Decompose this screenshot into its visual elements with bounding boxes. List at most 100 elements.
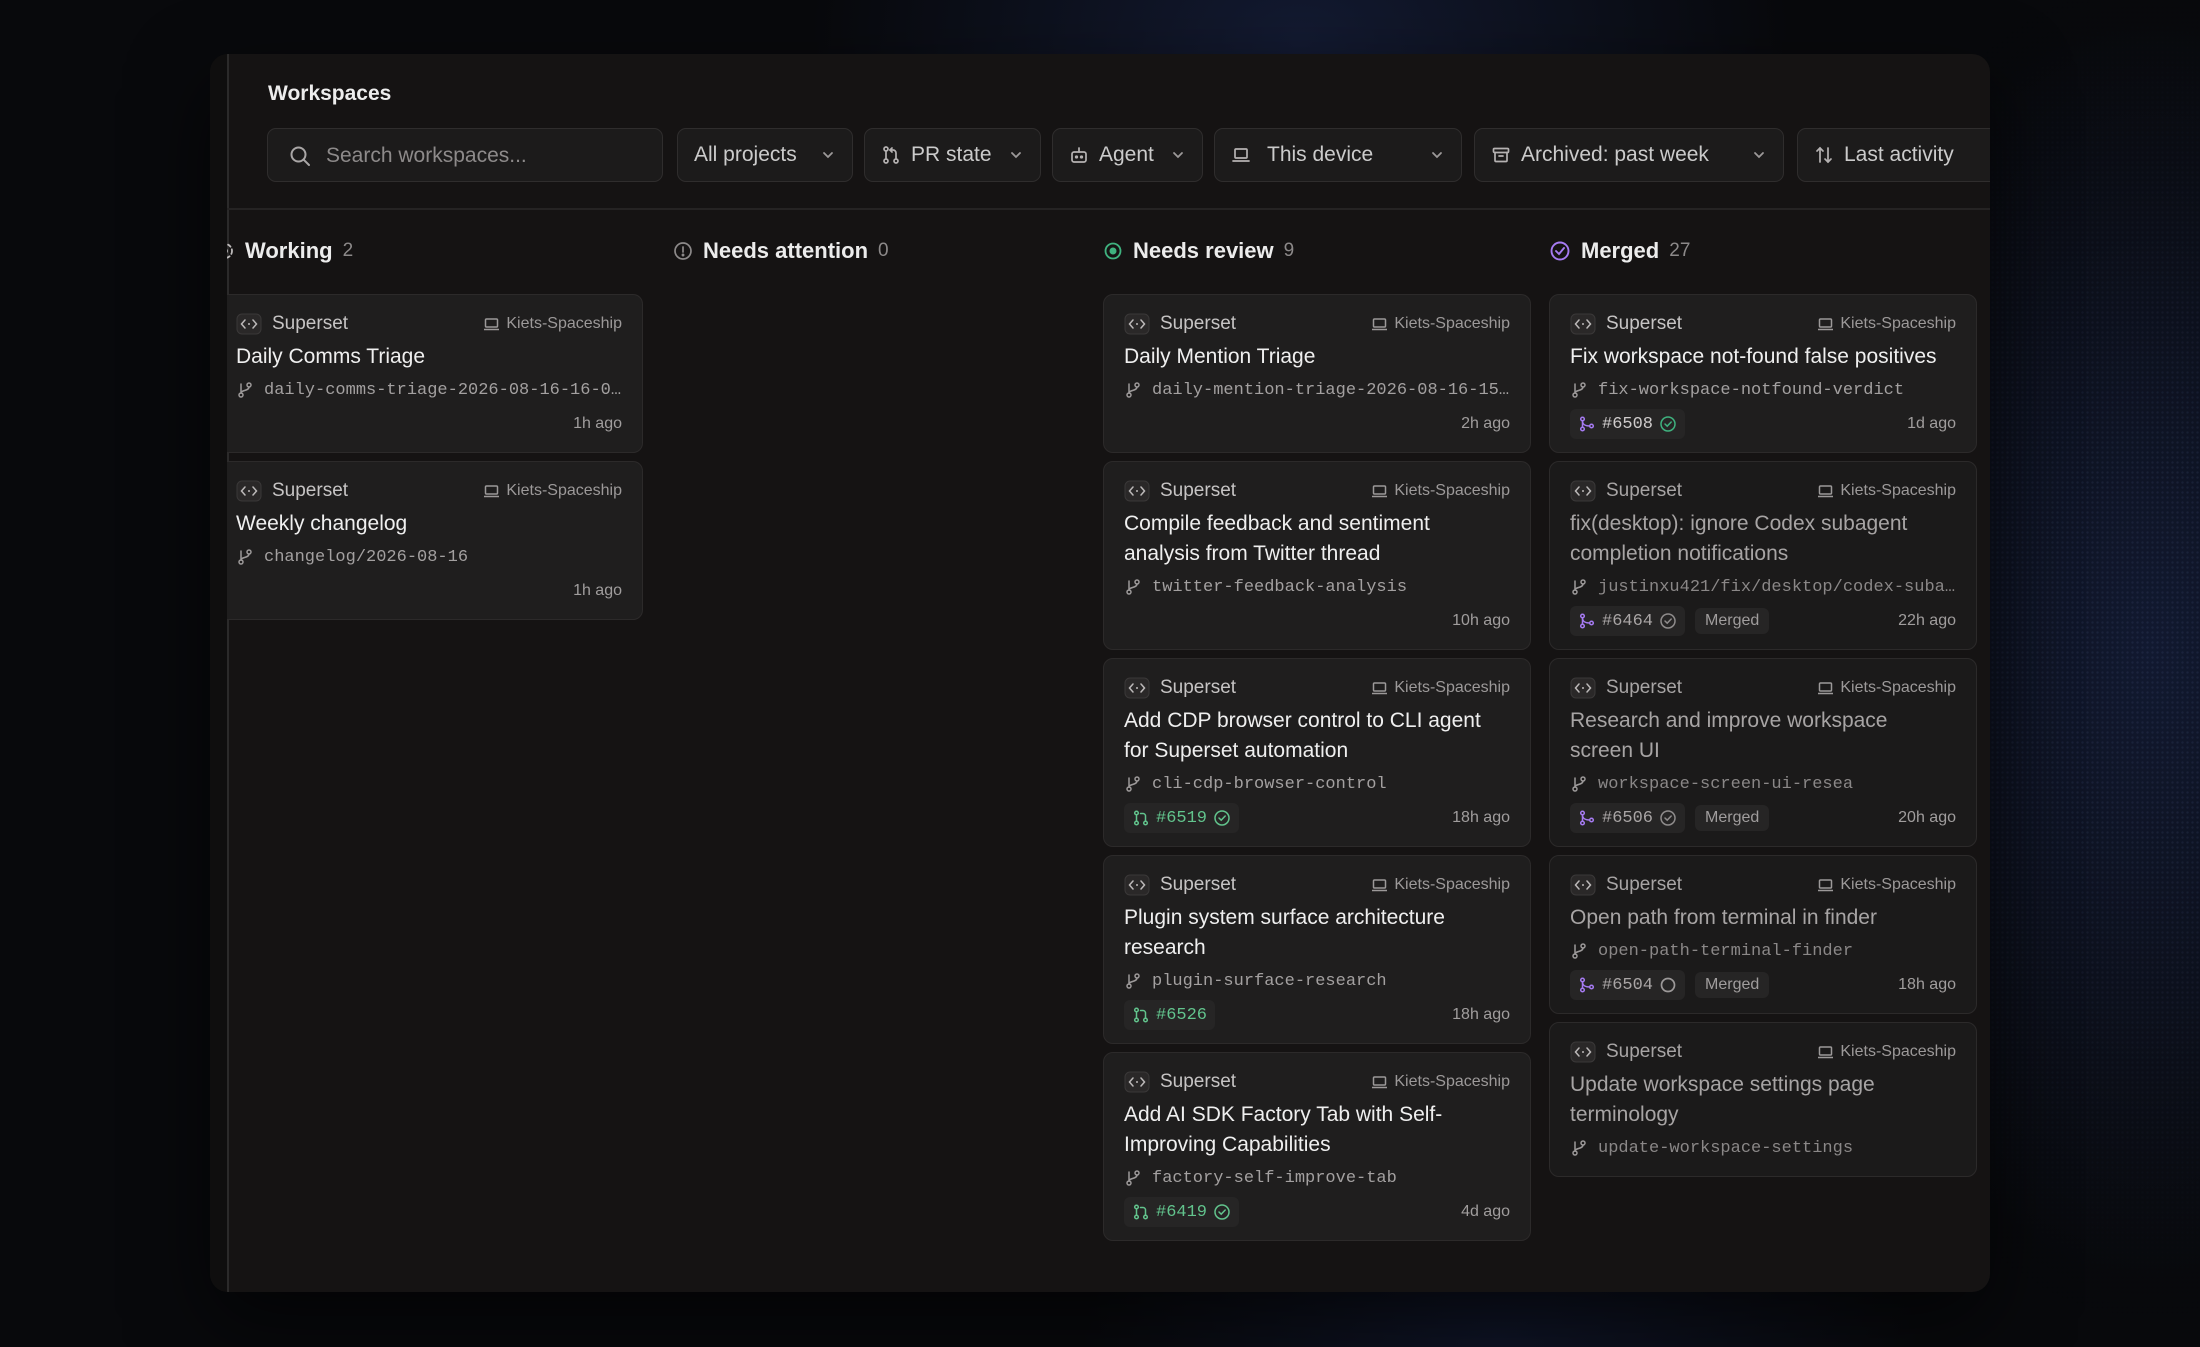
column-count: 0 <box>878 240 889 261</box>
pr-state-filter-label: PR state <box>911 143 992 166</box>
workspace-card[interactable]: Superset Kiets-Spaceship Update workspace … <box>1549 1022 1977 1177</box>
git-branch-icon <box>1124 381 1142 399</box>
column-title: Working <box>245 238 333 263</box>
pr-badge[interactable]: #6519 <box>1124 803 1240 833</box>
archived-filter-button[interactable]: Archived: past week <box>1474 128 1784 182</box>
search-box[interactable] <box>267 128 663 183</box>
pr-badge[interactable]: #6506 <box>1570 803 1686 833</box>
spinner-icon <box>227 241 235 261</box>
card-time: 2h ago <box>1461 415 1510 432</box>
card-branch: daily-mention-triage-2026-08-16-15… <box>1152 380 1510 400</box>
card-title: Update workspace settings page terminolo… <box>1570 1073 1875 1126</box>
review-dot-icon <box>1103 241 1123 261</box>
card-title: Compile feedback and sentiment analysis … <box>1124 512 1430 565</box>
robot-icon <box>1069 145 1089 165</box>
chevron-down-icon <box>1008 147 1024 163</box>
workspace-card[interactable]: Superset Kiets-Spaceship Weekly changelog c… <box>227 461 643 620</box>
pull-request-icon <box>1578 976 1596 994</box>
pr-badge[interactable]: #6419 <box>1124 1197 1240 1227</box>
card-project: Superset <box>272 313 349 334</box>
laptop-icon <box>483 317 500 332</box>
card-time: 20h ago <box>1898 809 1956 826</box>
check-status-icon <box>1659 612 1677 630</box>
card-list: Superset Kiets-Spaceship Daily Comms Triag… <box>227 294 643 628</box>
laptop-icon <box>1817 1045 1834 1060</box>
card-project: Superset <box>1160 480 1237 501</box>
pr-number: #6419 <box>1156 1202 1208 1222</box>
code-project-icon <box>1124 874 1150 896</box>
card-time: 22h ago <box>1898 612 1956 629</box>
card-project: Superset <box>1606 677 1683 698</box>
workspace-card[interactable]: Superset Kiets-Spaceship Plugin system sur… <box>1103 855 1531 1044</box>
card-device: Kiets-Spaceship <box>1394 679 1510 696</box>
card-project: Superset <box>272 480 349 501</box>
code-project-icon <box>1570 313 1596 335</box>
card-branch: workspace-screen-ui-resea <box>1598 774 1854 794</box>
card-branch: factory-self-improve-tab <box>1152 1168 1397 1188</box>
laptop-icon <box>1231 145 1251 165</box>
column-header: Needs review 9 <box>1103 236 1294 266</box>
workspace-card[interactable]: Superset Kiets-Spaceship Compile feedback … <box>1103 461 1531 650</box>
check-status-icon <box>1213 1203 1231 1221</box>
card-time: 18h ago <box>1452 809 1510 826</box>
workspaces-window: Workspaces All projects PR state Agent T… <box>210 54 1990 1292</box>
code-project-icon <box>1570 677 1596 699</box>
archived-filter-label: Archived: past week <box>1521 143 1709 166</box>
column-header: Needs attention 0 <box>673 236 889 266</box>
pr-badge[interactable]: #6508 <box>1570 409 1686 439</box>
card-project: Superset <box>1160 874 1237 895</box>
pr-number: #6519 <box>1156 808 1208 828</box>
workspace-card[interactable]: Superset Kiets-Spaceship Add AI SDK Factor… <box>1103 1052 1531 1241</box>
card-device: Kiets-Spaceship <box>1840 315 1956 332</box>
pr-number: #6464 <box>1602 611 1654 631</box>
merged-tag: Merged <box>1695 608 1770 634</box>
agent-filter-button[interactable]: Agent <box>1052 128 1203 182</box>
workspace-card[interactable]: Superset Kiets-Spaceship Research and impr… <box>1549 658 1977 847</box>
column-count: 27 <box>1669 240 1691 261</box>
card-time: 1d ago <box>1907 415 1956 432</box>
device-filter-button[interactable]: This device <box>1214 128 1462 182</box>
filter-toolbar: All projects PR state Agent This device … <box>267 128 1990 184</box>
pr-badge[interactable]: #6464 <box>1570 606 1686 636</box>
workspace-card[interactable]: Superset Kiets-Spaceship Fix workspace not… <box>1549 294 1977 453</box>
card-project: Superset <box>1606 313 1683 334</box>
sort-label: Last activity <box>1844 143 1954 166</box>
pr-state-filter-button[interactable]: PR state <box>864 128 1041 182</box>
git-branch-icon <box>236 548 254 566</box>
pull-request-icon <box>881 145 901 165</box>
workspace-card[interactable]: Superset Kiets-Spaceship Daily Mention Tri… <box>1103 294 1531 453</box>
code-project-icon <box>236 313 262 335</box>
pr-number: #6526 <box>1156 1005 1208 1025</box>
laptop-icon <box>1817 681 1834 696</box>
card-time: 1h ago <box>573 582 622 599</box>
projects-filter-button[interactable]: All projects <box>677 128 853 182</box>
sort-button[interactable]: Last activity <box>1797 128 1990 182</box>
workspace-card[interactable]: Superset Kiets-Spaceship Open path from te… <box>1549 855 1977 1014</box>
workspace-card[interactable]: Superset Kiets-Spaceship fix(desktop): ign… <box>1549 461 1977 650</box>
card-title: Add AI SDK Factory Tab with Self-Improvi… <box>1124 1103 1443 1156</box>
code-project-icon <box>1570 874 1596 896</box>
card-time: 18h ago <box>1452 1006 1510 1023</box>
card-time: 4d ago <box>1461 1203 1510 1220</box>
column-count: 9 <box>1283 240 1295 261</box>
laptop-icon <box>1371 681 1388 696</box>
pr-badge[interactable]: #6526 <box>1124 1000 1216 1030</box>
git-branch-icon <box>1124 1169 1142 1187</box>
search-input[interactable] <box>324 129 648 183</box>
card-device: Kiets-Spaceship <box>1840 679 1956 696</box>
card-title: Daily Mention Triage <box>1124 345 1316 368</box>
card-device: Kiets-Spaceship <box>1394 482 1510 499</box>
card-title: fix(desktop): ignore Codex subagent comp… <box>1570 512 1908 565</box>
merged-check-icon <box>1549 240 1571 262</box>
pr-number: #6506 <box>1602 808 1654 828</box>
card-list: Superset Kiets-Spaceship Daily Mention Tri… <box>1103 294 1531 1249</box>
code-project-icon <box>1124 313 1150 335</box>
workspace-card[interactable]: Superset Kiets-Spaceship Add CDP browser c… <box>1103 658 1531 847</box>
workspace-card[interactable]: Superset Kiets-Spaceship Daily Comms Triag… <box>227 294 643 453</box>
pr-badge[interactable]: #6504 <box>1570 970 1686 1000</box>
card-time: 18h ago <box>1898 976 1956 993</box>
code-project-icon <box>1570 480 1596 502</box>
git-branch-icon <box>1124 775 1142 793</box>
check-status-icon <box>1213 809 1231 827</box>
card-branch: changelog/2026-08-16 <box>264 547 469 567</box>
